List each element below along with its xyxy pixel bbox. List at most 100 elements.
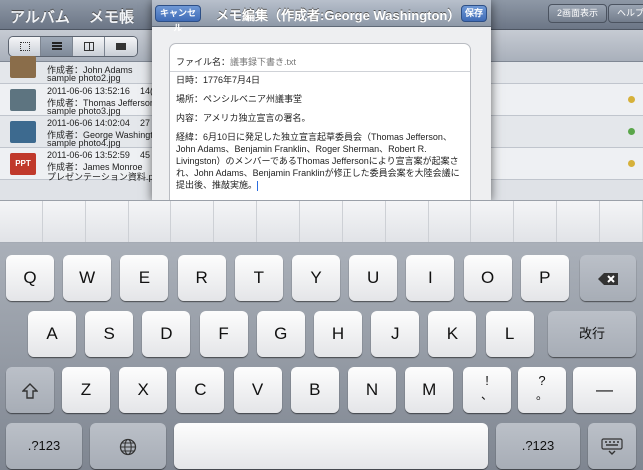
filmstrip-view-icon[interactable] <box>105 37 137 56</box>
key-j[interactable]: J <box>371 311 420 357</box>
key-i[interactable]: I <box>406 255 455 301</box>
key-b[interactable]: B <box>290 367 339 413</box>
cancel-button[interactable]: キャンセル <box>155 5 201 33</box>
onscreen-keyboard: 改行 ! 、 ? 。 — .?123 .?123 QWERTYUIOP ASDFG… <box>0 243 643 470</box>
key-x[interactable]: X <box>119 367 168 413</box>
question-key-lower: 。 <box>535 388 548 402</box>
key-s[interactable]: S <box>85 311 134 357</box>
key-z[interactable]: Z <box>62 367 110 413</box>
backspace-key[interactable] <box>580 255 636 301</box>
backspace-icon <box>598 272 618 285</box>
question-key[interactable]: ? 。 <box>518 367 566 413</box>
question-key-upper: ? <box>538 373 546 388</box>
numbers-key-right[interactable]: .?123 <box>496 423 580 469</box>
dash-key[interactable]: — <box>573 367 636 413</box>
memo-line-background: 経緯：6月10日に発足した独立宣言起草委員会（Thomas Jefferson、… <box>176 131 468 191</box>
filename-row: ファイル名： <box>170 44 470 72</box>
row-filename: sample photo2.jpg <box>47 73 121 83</box>
key-e[interactable]: E <box>120 255 169 301</box>
key-u[interactable]: U <box>349 255 398 301</box>
return-key[interactable]: 改行 <box>548 311 636 357</box>
key-o[interactable]: O <box>463 255 512 301</box>
thumbnail <box>10 121 36 143</box>
grid-view-icon[interactable] <box>9 37 41 56</box>
key-h[interactable]: H <box>314 311 362 357</box>
key-a[interactable]: A <box>28 311 76 357</box>
key-l[interactable]: L <box>485 311 534 357</box>
key-c[interactable]: C <box>176 367 225 413</box>
status-dot <box>628 128 635 135</box>
candidate-slot[interactable] <box>129 201 172 242</box>
row-filename: sample photo3.jpg <box>47 106 121 116</box>
save-button[interactable]: 保存 <box>461 5 487 22</box>
candidate-slot[interactable] <box>429 201 472 242</box>
memo-body-textarea[interactable]: 日時：1776年7月4日 場所：ペンシルベニア州議事堂 内容：アメリカ独立宣言の… <box>176 74 468 198</box>
candidate-slot[interactable] <box>386 201 429 242</box>
shift-icon <box>22 382 38 399</box>
help-button[interactable]: ヘルプ <box>608 4 643 23</box>
key-w[interactable]: W <box>63 255 112 301</box>
exclamation-key-lower: 、 <box>480 388 493 402</box>
keyboard-dismiss-key[interactable] <box>588 423 636 469</box>
column-view-icon[interactable] <box>73 37 105 56</box>
key-n[interactable]: N <box>348 367 396 413</box>
thumbnail <box>10 56 36 78</box>
key-g[interactable]: G <box>256 311 305 357</box>
key-r[interactable]: R <box>177 255 226 301</box>
status-dot <box>628 96 635 103</box>
memo-edit-sheet: キャンセル メモ編集（作成者:George Washington） 保存 ファイ… <box>152 0 491 200</box>
candidate-slot[interactable] <box>214 201 258 242</box>
row-filename: sample photo4.jpg <box>47 138 121 148</box>
key-p[interactable]: P <box>520 255 569 301</box>
row-timestamp: 2011-06-06 13:52:59 <box>47 150 130 160</box>
candidate-slot[interactable] <box>557 201 601 242</box>
filename-label: ファイル名： <box>176 57 231 67</box>
thumbnail <box>10 89 36 111</box>
candidate-slot[interactable] <box>0 201 43 242</box>
sheet-title: メモ編集（作成者:George Washington） <box>216 8 461 23</box>
text-caret <box>257 180 259 191</box>
exclamation-key-upper: ! <box>485 373 489 388</box>
key-d[interactable]: D <box>142 311 191 357</box>
row-size: 45 <box>140 150 151 160</box>
candidate-slot[interactable] <box>343 201 386 242</box>
key-q[interactable]: Q <box>6 255 54 301</box>
numbers-key-left[interactable]: .?123 <box>6 423 82 469</box>
row-timestamp: 2011-06-06 14:02:04 <box>47 118 130 128</box>
status-dot <box>628 160 635 167</box>
globe-key[interactable] <box>90 423 166 469</box>
album-title[interactable]: アルバム <box>10 6 70 27</box>
memo-line-background-text: 経緯：6月10日に発足した独立宣言起草委員会（Thomas Jefferson、… <box>176 132 460 190</box>
candidate-slot[interactable] <box>600 201 643 242</box>
candidate-slot[interactable] <box>43 201 86 242</box>
keyboard-dismiss-icon <box>601 437 623 455</box>
candidate-bar <box>0 200 643 243</box>
key-f[interactable]: F <box>199 311 248 357</box>
list-view-icon[interactable] <box>41 37 73 56</box>
key-t[interactable]: T <box>234 255 283 301</box>
dual-screen-button[interactable]: 2画面表示 <box>548 4 608 23</box>
memo-line-date: 日時：1776年7月4日 <box>176 75 261 85</box>
thumbnail: PPT <box>10 153 36 175</box>
candidate-slot[interactable] <box>514 201 558 242</box>
filename-input[interactable] <box>230 57 431 67</box>
memo-title[interactable]: メモ帳 <box>89 6 134 27</box>
row-size: 27 <box>140 118 151 128</box>
shift-key[interactable] <box>6 367 54 413</box>
view-mode-segmented-control[interactable] <box>8 36 138 57</box>
memo-editor[interactable]: ファイル名： 日時：1776年7月4日 場所：ペンシルベニア州議事堂 内容：アメ… <box>169 43 471 200</box>
candidate-slot[interactable] <box>86 201 129 242</box>
candidate-slot[interactable] <box>171 201 215 242</box>
key-m[interactable]: M <box>405 367 454 413</box>
key-y[interactable]: Y <box>292 255 340 301</box>
row-filename: プレゼンテーション資料.ppt <box>47 172 161 182</box>
candidate-slot[interactable] <box>300 201 343 242</box>
memo-line-place: 場所：ペンシルベニア州議事堂 <box>176 94 303 104</box>
key-v[interactable]: V <box>233 367 282 413</box>
exclamation-key[interactable]: ! 、 <box>463 367 511 413</box>
space-key[interactable] <box>174 423 488 469</box>
key-k[interactable]: K <box>428 311 477 357</box>
candidate-slot[interactable] <box>257 201 301 242</box>
candidate-slot[interactable] <box>471 201 515 242</box>
row-timestamp: 2011-06-06 13:52:16 <box>47 86 130 96</box>
